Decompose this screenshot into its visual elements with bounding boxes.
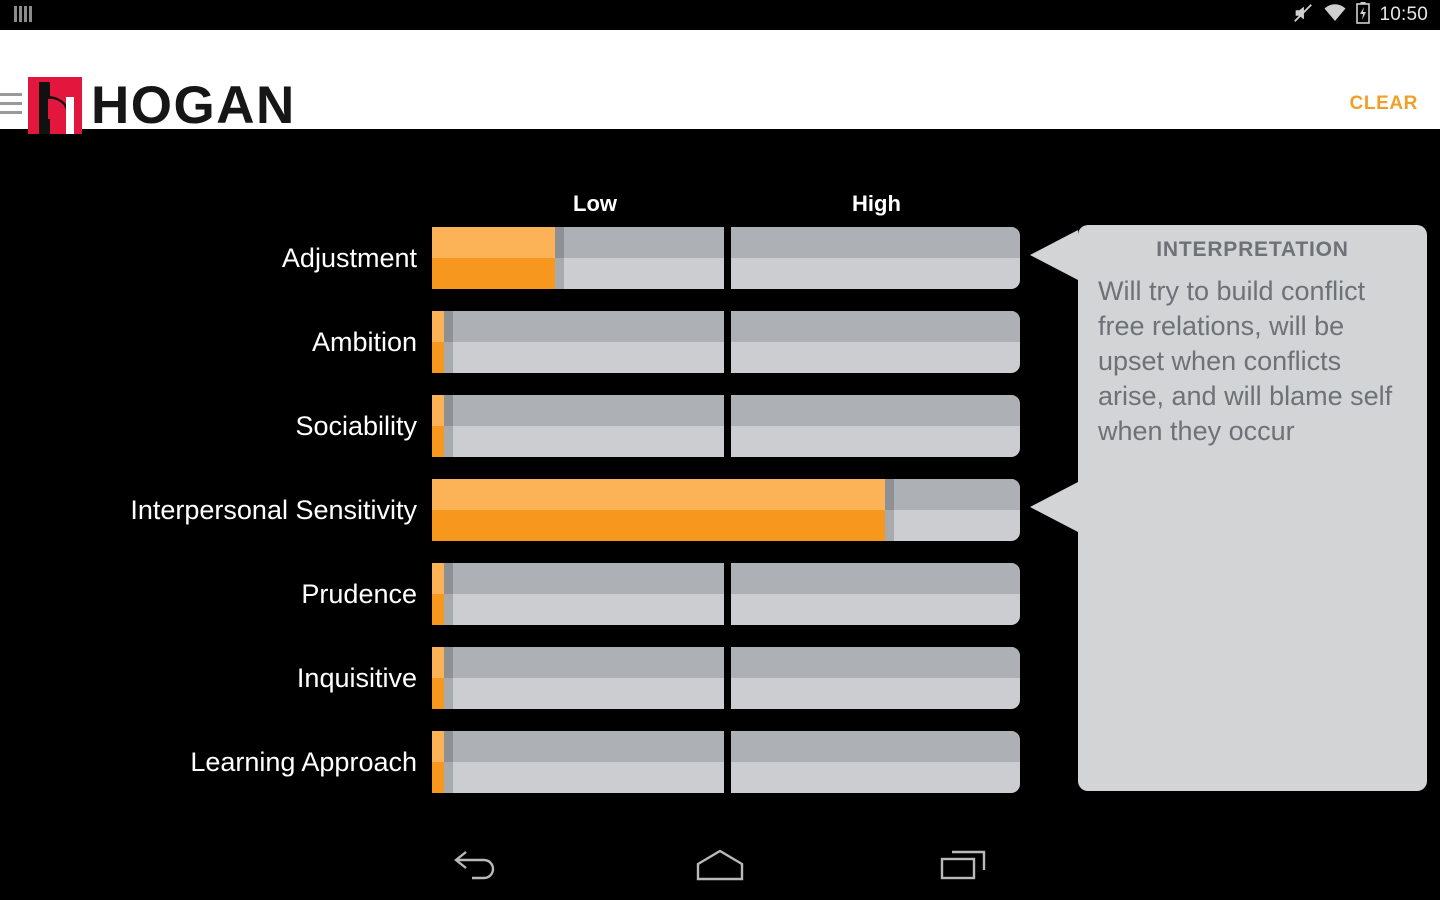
scale-marker (444, 311, 453, 373)
status-bar-clock: 10:50 (1379, 4, 1428, 25)
scale-label: Prudence (301, 578, 417, 609)
hamburger-menu-icon[interactable] (0, 93, 22, 120)
hogan-h-logo-icon (28, 77, 82, 134)
back-icon[interactable] (415, 829, 535, 900)
scale-label: Interpersonal Sensitivity (130, 494, 417, 525)
scale-marker (555, 227, 564, 289)
scale-fill-top (432, 647, 444, 678)
track-sheen (731, 731, 1020, 762)
scale-fill (432, 227, 555, 289)
track-sheen (731, 563, 1020, 594)
scale-marker (885, 479, 894, 541)
recents-icon[interactable] (903, 829, 1023, 900)
scale-fill (432, 395, 444, 457)
scale-marker (444, 395, 453, 457)
scale-fill-bottom (432, 594, 444, 625)
scale-fill-bottom (432, 426, 444, 457)
status-bar: 10:50 (0, 0, 1440, 30)
track-sheen (432, 731, 724, 762)
scale-label: Learning Approach (190, 746, 417, 777)
volume-mute-icon (1292, 2, 1314, 29)
scale-fill (432, 731, 444, 793)
clear-button[interactable]: CLEAR (1350, 93, 1418, 115)
scale-marker (444, 563, 453, 625)
scale-fill-bottom (432, 342, 444, 373)
interpretation-panel: INTERPRETATION Will try to build conflic… (1078, 225, 1427, 791)
scale-fill-top (432, 731, 444, 762)
scale-fill-top (432, 395, 444, 426)
scale-track-high[interactable] (731, 647, 1020, 709)
scale-fill (432, 311, 444, 373)
interpretation-body: Will try to build conflict free relation… (1098, 276, 1393, 446)
scale-track-low[interactable] (432, 731, 724, 793)
android-nav-bar (0, 829, 1440, 900)
scale-track-low[interactable] (432, 647, 724, 709)
scale-marker-bottom (885, 510, 894, 541)
scale-track-low[interactable] (432, 395, 724, 457)
scale-marker-bottom (444, 594, 453, 625)
scale-fill-bottom (432, 258, 555, 289)
scale-marker-bottom (444, 426, 453, 457)
scale-label: Adjustment (281, 242, 417, 273)
scale-track-high[interactable] (731, 311, 1020, 373)
scale-fill-top (432, 563, 444, 594)
scale-track-high[interactable] (731, 731, 1020, 793)
scale-track-high[interactable] (731, 563, 1020, 625)
scale-marker-bottom (444, 762, 453, 793)
scale-fill-top (432, 479, 885, 510)
scale-track-low[interactable] (432, 563, 724, 625)
axis-tick-low: Low (573, 191, 617, 216)
scale-fill (432, 563, 444, 625)
scale-fill-top (432, 311, 444, 342)
wifi-icon (1323, 3, 1347, 28)
scale-fill-bottom (432, 762, 444, 793)
axis-tick-high: High (852, 191, 901, 216)
track-sheen (432, 395, 724, 426)
scale-marker-bottom (444, 678, 453, 709)
scale-fill-bottom (432, 678, 444, 709)
scale-marker (444, 731, 453, 793)
logo-wordmark: HOGAN (91, 76, 296, 135)
track-sheen (731, 227, 1020, 258)
scale-marker-bottom (444, 342, 453, 373)
scale-marker (444, 647, 453, 709)
scale-label: Inquisitive (296, 662, 417, 693)
scale-label: Sociability (295, 410, 417, 441)
app-logo: HOGAN (28, 77, 296, 134)
callout-tail-adjustment (1030, 230, 1078, 280)
scale-fill (432, 479, 885, 541)
track-sheen (432, 311, 724, 342)
scale-track-high[interactable] (731, 395, 1020, 457)
track-sheen (731, 647, 1020, 678)
signal-bars-icon (14, 6, 32, 22)
app-header: HOGAN CLEAR (0, 30, 1440, 134)
track-sheen (432, 563, 724, 594)
battery-charging-icon (1356, 1, 1371, 29)
track-sheen (731, 311, 1020, 342)
scale-marker-bottom (555, 258, 564, 289)
scale-fill (432, 647, 444, 709)
home-icon[interactable] (660, 829, 780, 900)
scale-fill-top (432, 227, 555, 258)
track-sheen (731, 395, 1020, 426)
callout-tail-interpersonal-sensitivity (1030, 482, 1078, 532)
scale-label: Ambition (311, 326, 417, 357)
scale-track-high[interactable] (731, 227, 1020, 289)
app-root: 10:50 HOGAN CLEAR Low High Adjustment Amb… (0, 0, 1440, 900)
track-sheen (432, 647, 724, 678)
status-bar-icons: 10:50 (1292, 0, 1428, 30)
scale-fill-bottom (432, 510, 885, 541)
scale-track-low[interactable] (432, 311, 724, 373)
interpretation-title: INTERPRETATION (1156, 238, 1349, 261)
